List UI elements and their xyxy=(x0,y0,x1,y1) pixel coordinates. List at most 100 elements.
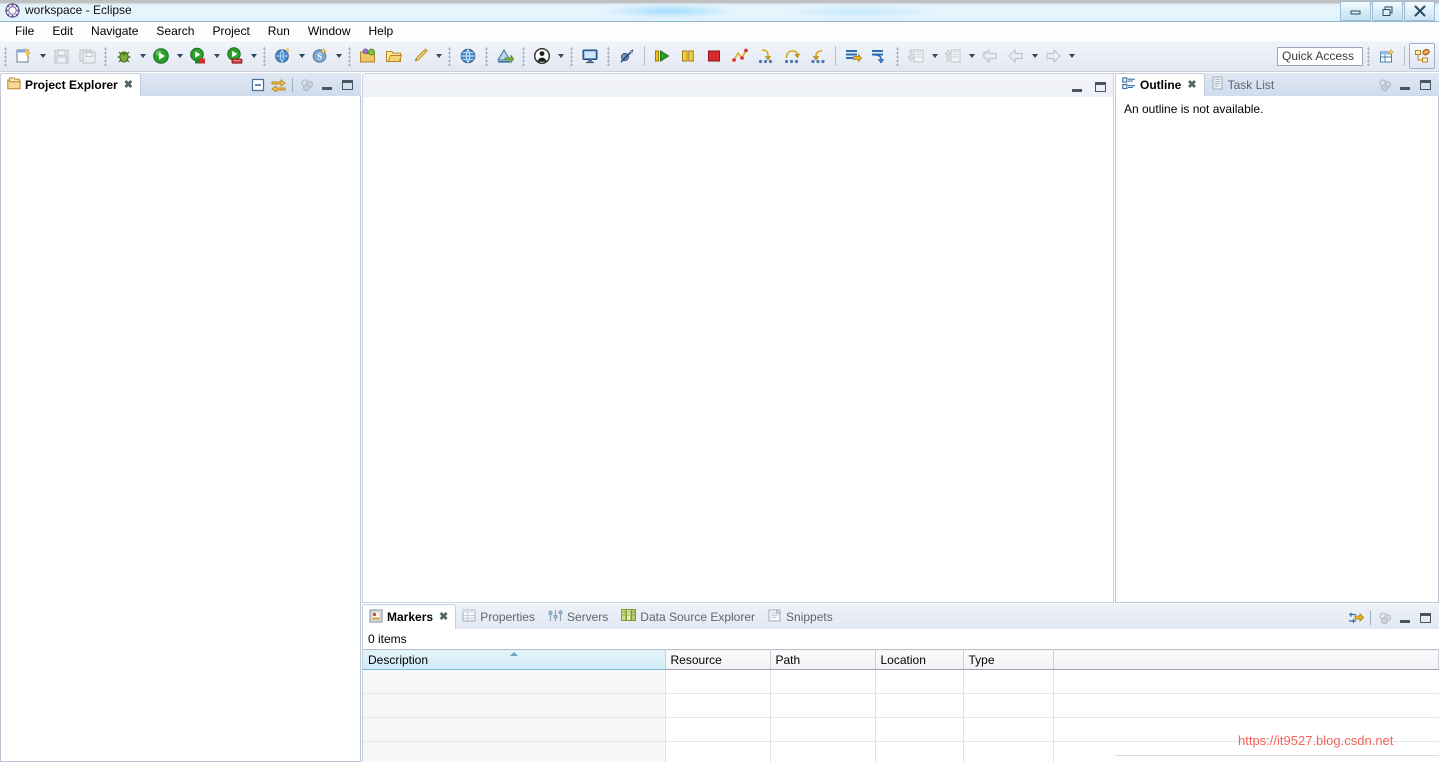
collapse-all-button[interactable] xyxy=(249,76,267,94)
menu-help[interactable]: Help xyxy=(360,22,403,40)
editor-tabrow[interactable] xyxy=(362,73,1114,97)
coverage-button[interactable] xyxy=(185,43,211,69)
toolbar-divider xyxy=(1370,610,1371,625)
column-header-location[interactable]: Location xyxy=(875,649,964,670)
close-icon[interactable]: ✖ xyxy=(1187,79,1196,91)
open-type-button[interactable] xyxy=(355,43,381,69)
edit-button[interactable] xyxy=(407,43,433,69)
open-perspective-button[interactable] xyxy=(1374,43,1400,69)
user-button[interactable] xyxy=(529,43,555,69)
tab-outline[interactable]: Outline ✖ xyxy=(1115,73,1205,96)
editor-minimize-button[interactable] xyxy=(1068,78,1086,96)
minimize-button[interactable] xyxy=(1396,609,1414,627)
project-explorer-content[interactable] xyxy=(0,96,361,762)
link-with-editor-button[interactable] xyxy=(269,76,287,94)
menu-edit[interactable]: Edit xyxy=(43,22,82,40)
menu-search[interactable]: Search xyxy=(147,22,203,40)
new-deployment-button[interactable] xyxy=(270,43,296,69)
column-header-path[interactable]: Path xyxy=(770,649,876,670)
tab-servers[interactable]: Servers xyxy=(542,604,615,629)
new-button[interactable] xyxy=(11,43,37,69)
tab-markers[interactable]: Markers ✖ xyxy=(362,604,457,629)
tab-task-list[interactable]: Task List xyxy=(1205,73,1282,96)
previous-edit-button[interactable] xyxy=(940,43,966,69)
maximize-button[interactable] xyxy=(1416,609,1434,627)
svn-button[interactable]: S xyxy=(307,43,333,69)
next-annotation-button[interactable] xyxy=(840,43,866,69)
editor-maximize-button[interactable] xyxy=(1091,78,1109,96)
step-return-button[interactable] xyxy=(805,43,831,69)
view-menu-button[interactable] xyxy=(1376,609,1394,627)
debug-dropdown-arrow[interactable] xyxy=(137,44,148,68)
last-edit-location-dropdown-arrow[interactable] xyxy=(929,44,940,68)
close-icon[interactable]: ✖ xyxy=(124,79,133,91)
user-dropdown-arrow[interactable] xyxy=(555,44,566,68)
back-history-button[interactable] xyxy=(977,43,1003,69)
column-header-extra[interactable] xyxy=(1053,649,1439,670)
forward-button[interactable] xyxy=(1040,43,1066,69)
table-row[interactable] xyxy=(363,669,1439,694)
debug-button[interactable] xyxy=(111,43,137,69)
deploy-button[interactable] xyxy=(492,43,518,69)
minimize-button[interactable] xyxy=(318,76,336,94)
menu-run[interactable]: Run xyxy=(259,22,299,40)
terminate-button[interactable] xyxy=(701,43,727,69)
view-menu-button[interactable] xyxy=(1376,76,1394,94)
open-resource-button[interactable] xyxy=(381,43,407,69)
cell-path xyxy=(770,669,876,694)
view-menu-button[interactable] xyxy=(298,76,316,94)
new-dropdown-arrow[interactable] xyxy=(37,44,48,68)
column-header-type[interactable]: Type xyxy=(963,649,1054,670)
close-icon[interactable]: ✖ xyxy=(439,611,448,623)
menu-window[interactable]: Window xyxy=(299,22,360,40)
disconnect-button[interactable] xyxy=(727,43,753,69)
tab-data-source-explorer[interactable]: Data Source Explorer xyxy=(615,604,762,629)
skip-breakpoints-button[interactable] xyxy=(614,43,640,69)
tab-properties[interactable]: Properties xyxy=(456,604,542,629)
save-all-button[interactable] xyxy=(74,43,100,69)
web-browser-button[interactable] xyxy=(455,43,481,69)
previous-edit-dropdown-arrow[interactable] xyxy=(966,44,977,68)
run-on-server-dropdown-arrow[interactable] xyxy=(248,44,259,68)
menu-navigate[interactable]: Navigate xyxy=(82,22,147,40)
table-row[interactable] xyxy=(363,693,1439,718)
maximize-button[interactable] xyxy=(338,76,356,94)
run-button[interactable] xyxy=(148,43,174,69)
toolbar-separator-2 xyxy=(102,46,109,66)
edit-dropdown-arrow[interactable] xyxy=(433,44,444,68)
new-deployment-dropdown-arrow[interactable] xyxy=(296,44,307,68)
cell-resource xyxy=(665,741,771,762)
suspend-button[interactable] xyxy=(675,43,701,69)
column-header-description[interactable]: Description xyxy=(363,649,666,670)
filters-button[interactable] xyxy=(1347,609,1365,627)
menu-project[interactable]: Project xyxy=(203,22,258,40)
java-ee-perspective-button[interactable] xyxy=(1409,43,1435,69)
svn-dropdown-arrow[interactable] xyxy=(333,44,344,68)
editor-content[interactable] xyxy=(362,97,1114,603)
tab-project-explorer[interactable]: Project Explorer ✖ xyxy=(0,73,141,96)
coverage-dropdown-arrow[interactable] xyxy=(211,44,222,68)
close-button[interactable] xyxy=(1404,1,1435,21)
save-button[interactable] xyxy=(48,43,74,69)
menu-file[interactable]: File xyxy=(6,22,43,40)
console-button[interactable] xyxy=(577,43,603,69)
column-header-resource[interactable]: Resource xyxy=(665,649,771,670)
resume-button[interactable] xyxy=(649,43,675,69)
outline-icon xyxy=(1122,77,1136,93)
back-button[interactable] xyxy=(1003,43,1029,69)
tab-snippets[interactable]: Snippets xyxy=(762,604,840,629)
previous-annotation-button[interactable] xyxy=(866,43,892,69)
run-dropdown-arrow[interactable] xyxy=(174,44,185,68)
restore-button[interactable] xyxy=(1372,1,1403,21)
forward-dropdown-arrow[interactable] xyxy=(1066,44,1077,68)
quick-access-input[interactable]: Quick Access xyxy=(1277,46,1363,66)
maximize-button[interactable] xyxy=(1416,76,1434,94)
step-into-button[interactable] xyxy=(753,43,779,69)
step-over-button[interactable] xyxy=(779,43,805,69)
toolbar-separator-14 xyxy=(1404,46,1405,66)
minimize-button[interactable] xyxy=(1340,1,1371,21)
run-on-server-button[interactable] xyxy=(222,43,248,69)
minimize-button[interactable] xyxy=(1396,76,1414,94)
last-edit-location-button[interactable] xyxy=(903,43,929,69)
back-dropdown-arrow[interactable] xyxy=(1029,44,1040,68)
